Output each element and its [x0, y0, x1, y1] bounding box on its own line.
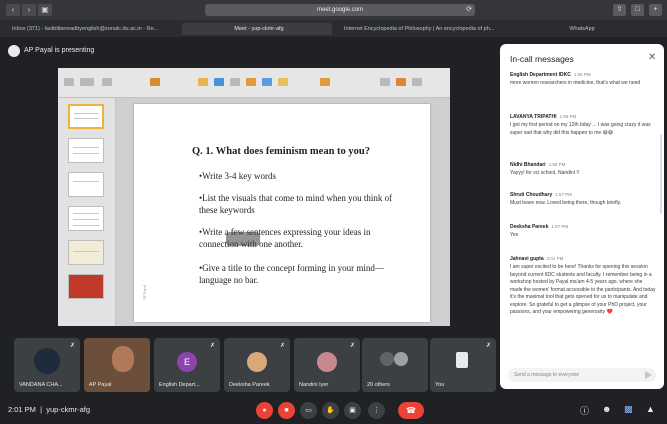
people-icon[interactable]: ☻ [602, 404, 611, 414]
toolbar-document-icon [412, 78, 422, 86]
participant-tile[interactable]: ✗ Deeksha Pareek [224, 338, 290, 392]
slide-bullet: •Give a title to the concept forming in … [199, 263, 384, 285]
toolbar-text-icon [230, 78, 240, 86]
slide-thumbnail[interactable] [68, 138, 104, 163]
participant-avatar [394, 352, 408, 366]
chat-icon[interactable]: ▩ [624, 404, 633, 415]
presenter-avatar [8, 45, 20, 57]
tab-whatsapp[interactable]: WhatsApp [510, 23, 650, 35]
participant-tile[interactable]: AP Payal [84, 338, 150, 392]
captions-icon[interactable]: ▭ [300, 402, 317, 419]
slide-thumbnail[interactable] [68, 104, 104, 129]
chat-message: English Department IDKC 1:56 PM more wome… [510, 72, 641, 86]
participant-tile[interactable]: ✗ You [430, 338, 496, 392]
slide-thumbnail[interactable] [68, 240, 104, 265]
tab-meet[interactable]: Meet - yup-ckmr-afg [182, 23, 332, 35]
back-icon[interactable]: ‹ [6, 4, 20, 16]
participant-avatar [247, 352, 267, 372]
participant-tile[interactable]: ✗ Nandini Iyer [294, 338, 360, 392]
cam-off-icon[interactable]: ■ [278, 402, 295, 419]
slide-bullet: •List the visuals that come to mind when… [199, 193, 393, 215]
chat-message: Deeksha Pareek 1:57 PM Yes [510, 224, 569, 238]
mic-off-icon: ✗ [485, 343, 491, 349]
chat-message: Shruti Choudhary 1:57 PM Must leave now. … [510, 192, 622, 206]
mic-off-icon: ✗ [209, 343, 215, 349]
mic-off-icon: ✗ [349, 343, 355, 349]
slide-thumbnail[interactable] [68, 172, 104, 197]
participant-avatar: E [177, 352, 197, 372]
current-slide: Q. 1. What does feminism mean to you? •W… [134, 104, 430, 322]
participant-tile[interactable]: ✗ VANDANA CHA... [14, 338, 80, 392]
toolbar-zoom-icon [80, 78, 94, 86]
toolbar-comment-icon [278, 78, 288, 86]
participant-avatar [380, 352, 394, 366]
send-icon[interactable] [645, 371, 652, 379]
slide-title: Q. 1. What does feminism mean to you? [192, 146, 371, 157]
chat-message: Nidhi Bhandari 1:59 PM Yayyy! for sci sch… [510, 162, 580, 176]
meeting-info: 2:01 PM | yup-ckmr-afg [8, 405, 90, 414]
tab-inbox[interactable]: Inbox (371) - lastbitbereadbyenglish@zon… [8, 23, 178, 35]
slide-navigator [58, 98, 116, 326]
presentation-toolbar [58, 68, 450, 98]
present-icon[interactable]: ▣ [344, 402, 361, 419]
info-icon[interactable]: ⓘ [580, 404, 589, 417]
address-bar[interactable]: meet.google.com [205, 4, 475, 16]
hangup-icon[interactable]: ☎ [398, 402, 424, 419]
self-view-icon [456, 352, 468, 368]
share-icon[interactable]: ⇧ [613, 4, 626, 16]
browser-titlebar: ‹ › ▣ meet.google.com ⟳ ⇧ □ + [0, 0, 667, 20]
toolbar-shape-icon [246, 78, 256, 86]
tabs-icon[interactable]: □ [631, 4, 644, 16]
mic-off-icon: ✗ [279, 343, 285, 349]
tab-encyclopedia[interactable]: Internet Encyclopedia of Philosophy | An… [340, 23, 505, 35]
reload-icon[interactable]: ⟳ [464, 4, 474, 16]
chat-scrollbar[interactable] [660, 134, 662, 214]
chat-input[interactable]: Send a message to everyone [508, 368, 656, 382]
shared-screen: Q. 1. What does feminism mean to you? •W… [58, 68, 450, 326]
chat-message: LAVANYA TRIPATHI 1:56 PM I got my first p… [510, 114, 651, 136]
toolbar-add-icon [102, 78, 112, 86]
slide-side-label: AP Payal [142, 285, 147, 300]
toolbar-media-icon [262, 78, 272, 86]
meet-window: ‹ › ▣ meet.google.com ⟳ ⇧ □ + Inbox (371… [0, 0, 667, 424]
participant-tile[interactable]: 20 others [362, 338, 428, 392]
chat-message: Jahnavi gupta 2:01 PM I am super excited … [510, 256, 656, 315]
toolbar-play-icon [150, 78, 160, 86]
toolbar-animate-icon [396, 78, 406, 86]
new-tab-icon[interactable]: + [649, 4, 662, 16]
toolbar-chart-icon [214, 78, 224, 86]
slide-bullet: •Write 3-4 key words [199, 171, 277, 181]
raise-hand-icon[interactable]: ✋ [322, 402, 339, 419]
participant-photo [34, 348, 60, 374]
mic-off-icon: ✗ [69, 343, 75, 349]
mic-off-icon[interactable]: ● [256, 402, 273, 419]
activities-icon[interactable]: ▲ [646, 404, 655, 414]
chat-panel: In-call messages ✕ English Department ID… [500, 44, 664, 389]
forward-icon[interactable]: › [22, 4, 36, 16]
presenter-label: AP Payal is presenting [24, 47, 95, 54]
browser-tabbar: Inbox (371) - lastbitbereadbyenglish@zon… [0, 20, 667, 37]
presenter-bar: AP Payal is presenting [0, 37, 500, 65]
participant-avatar [317, 352, 337, 372]
pointer-highlight [226, 232, 260, 246]
toolbar-view-icon [64, 78, 74, 86]
slide-thumbnail[interactable] [68, 206, 104, 231]
toolbar-table-icon [198, 78, 208, 86]
more-icon[interactable]: ⋮ [368, 402, 385, 419]
participant-tile[interactable]: E ✗ English Depart... [154, 338, 220, 392]
toolbar-format-icon [380, 78, 390, 86]
close-icon[interactable]: ✕ [648, 52, 656, 63]
slide-thumbnail[interactable] [68, 274, 104, 299]
participant-video [112, 346, 134, 372]
chat-title: In-call messages [510, 54, 574, 64]
meeting-controls: 2:01 PM | yup-ckmr-afg ● ■ ▭ ✋ ▣ ⋮ ☎ ⓘ ☻… [0, 397, 667, 424]
sidebar-icon[interactable]: ▣ [38, 4, 52, 16]
toolbar-collaborate-icon [320, 78, 330, 86]
